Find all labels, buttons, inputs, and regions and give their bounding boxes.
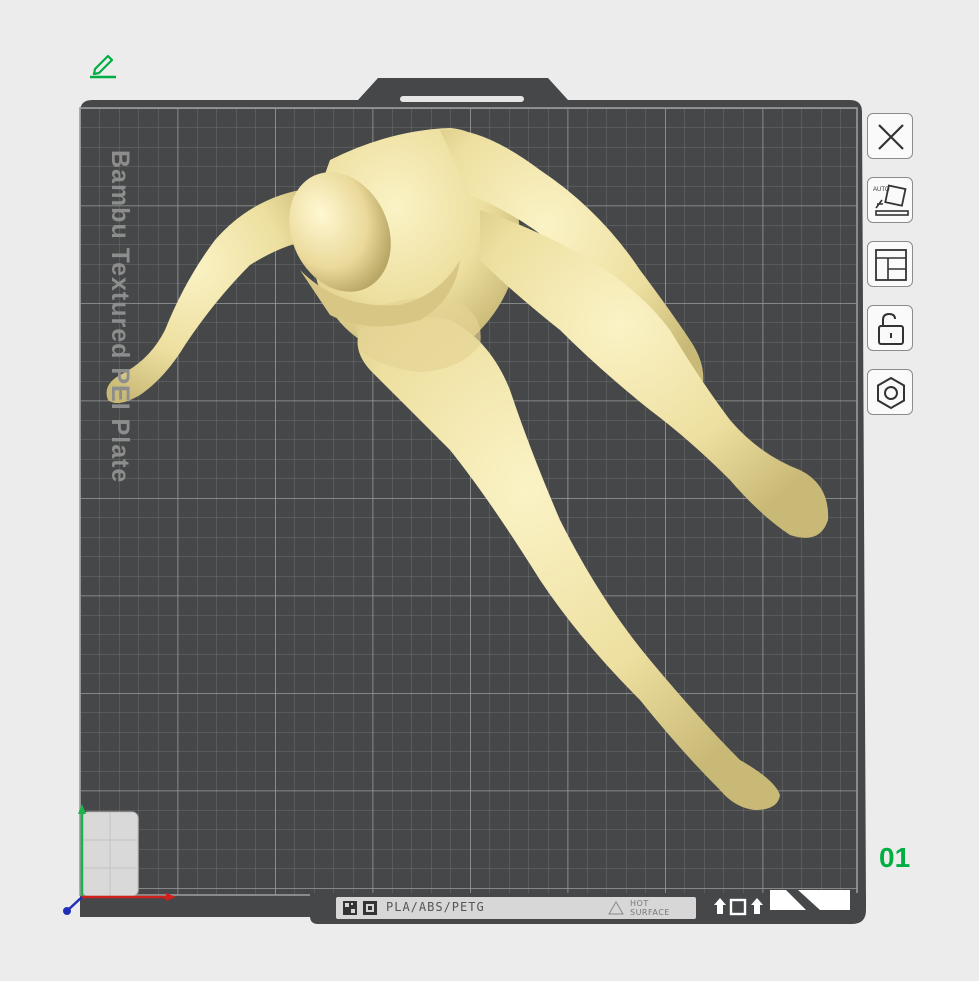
plate-code-icon [363,901,377,915]
lock-plate-button[interactable] [867,305,913,351]
plate-number: 01 [879,842,911,873]
z-axis [67,896,83,911]
auto-orient-icon: AUTO [873,184,909,216]
filament-compatibility-label: PLA/ABS/PETG [386,900,485,914]
3d-viewport[interactable]: Bambu Textured PEI Plate [0,0,979,981]
plate-orientation-icons [714,898,763,916]
edit-plate-name-button[interactable] [86,47,120,81]
warning-triangle-icon [608,901,624,915]
plate-type-label: Bambu Textured PEI Plate [106,150,134,484]
close-plate-button[interactable] [867,113,913,159]
plate-settings-button[interactable] [867,369,913,415]
plate-info-strip: PLA/ABS/PETG HOT SURFACE [336,897,696,919]
qr-icon [343,901,357,915]
arrange-icon [875,249,907,281]
unlock-icon [878,312,904,345]
hexagon-nut-icon [877,376,905,410]
build-plate-scene [63,78,866,924]
hot-surface-line2: SURFACE [630,908,670,917]
arrange-button[interactable] [867,241,913,287]
hot-surface-line1: HOT [630,899,649,908]
auto-orient-button[interactable]: AUTO [867,177,913,223]
close-icon [878,124,904,150]
pencil-icon [90,54,116,79]
hot-surface-warning: HOT SURFACE [630,899,670,917]
